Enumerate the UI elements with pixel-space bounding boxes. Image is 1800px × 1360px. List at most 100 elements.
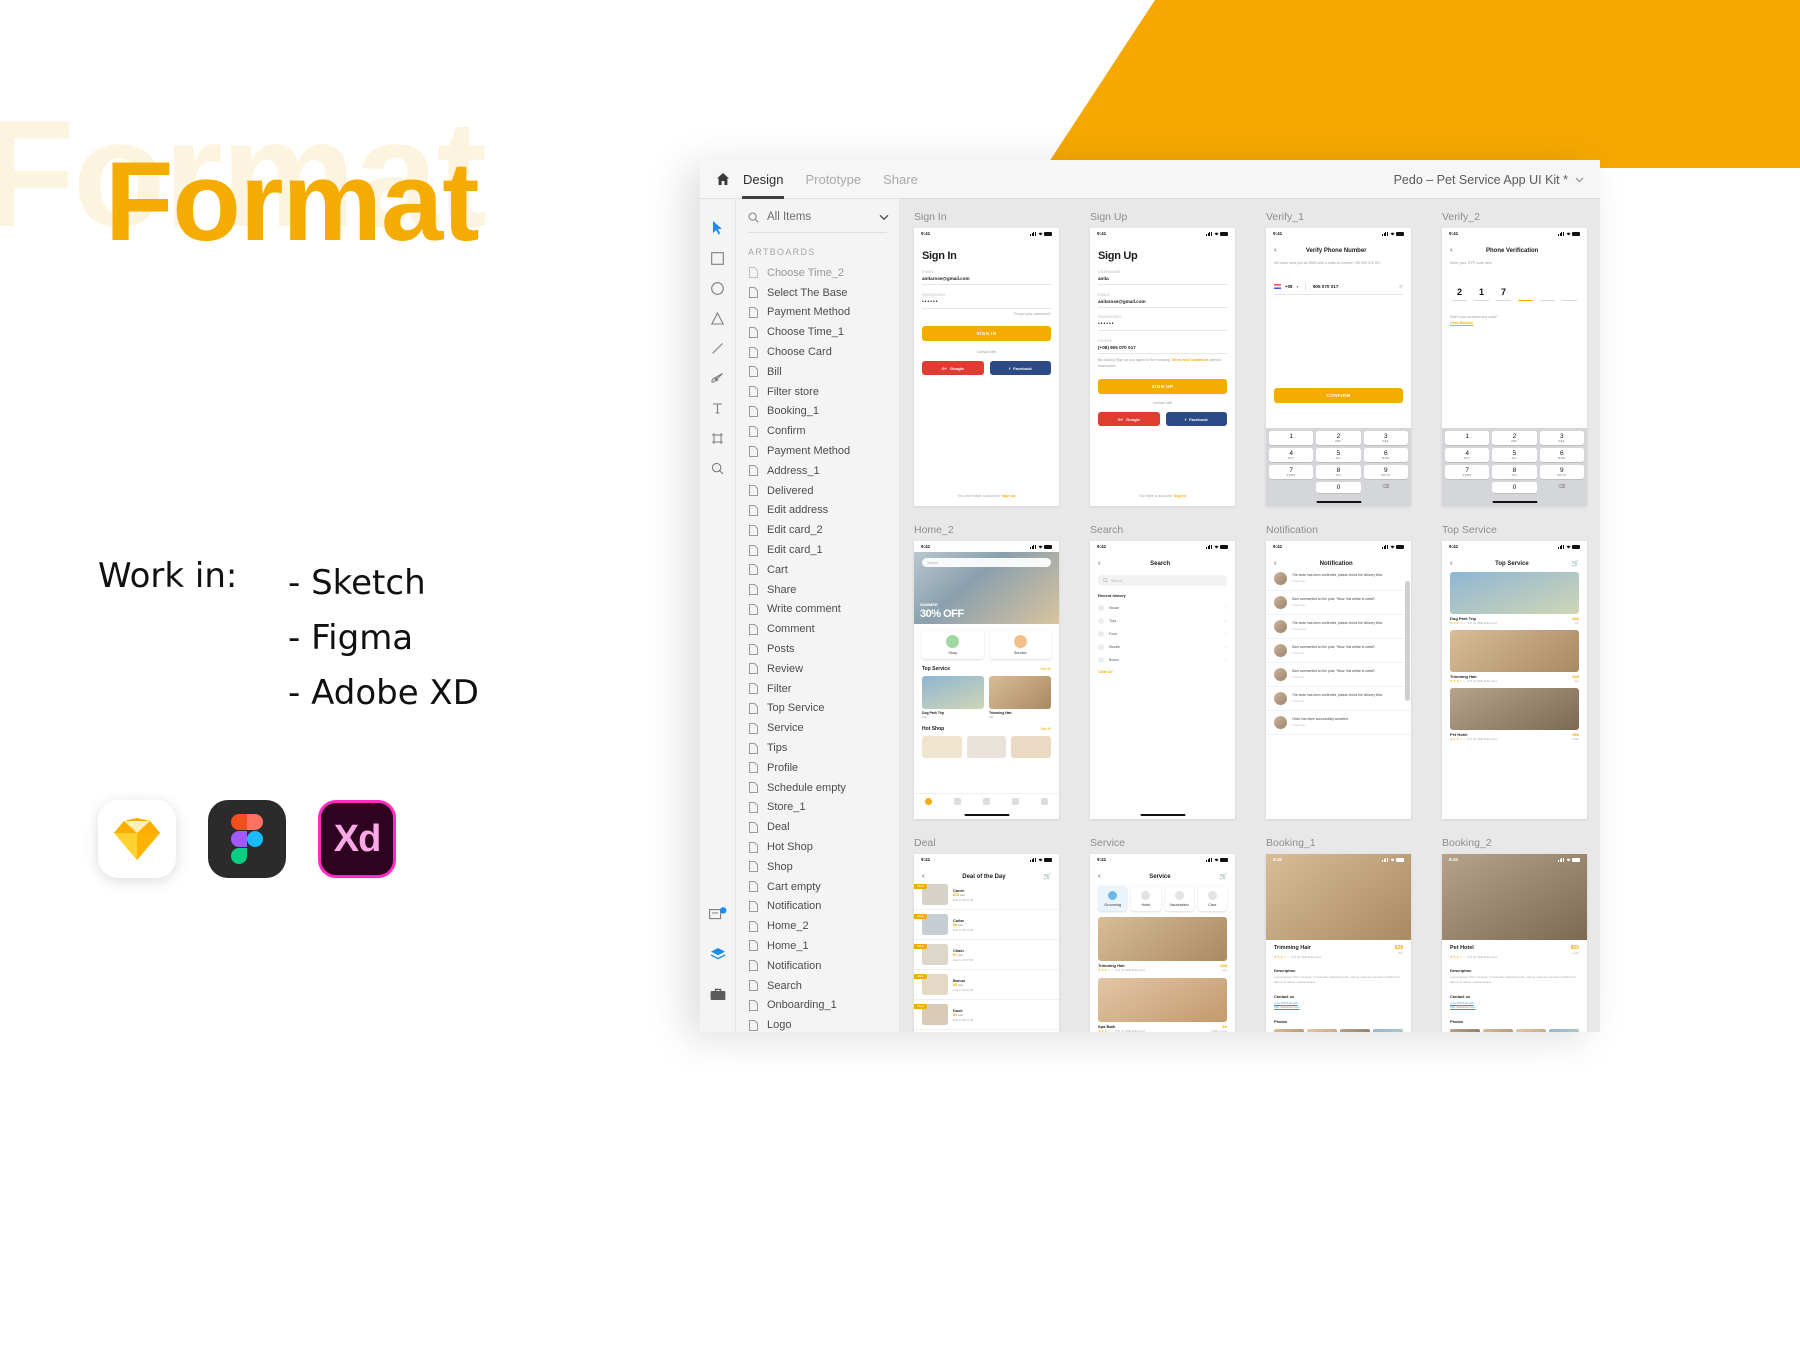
layer-search-input[interactable]: All Items <box>767 211 871 223</box>
tab-home-icon[interactable] <box>925 798 932 805</box>
tab-share[interactable]: Share <box>882 160 919 199</box>
google-button[interactable]: G+ Google <box>1098 412 1160 427</box>
key-0[interactable]: 0 <box>1492 482 1537 493</box>
ellipse-icon[interactable] <box>700 273 735 303</box>
remove-icon[interactable]: × <box>1225 618 1227 623</box>
artboard-layer-list[interactable]: Choose Time_2 Select The Base Payment Meth… <box>736 263 899 1032</box>
artboard-search[interactable]: Search 9:41 ‹ Search Search Recent histo… <box>1090 524 1235 819</box>
key-7[interactable]: 7 PQRS <box>1269 465 1314 479</box>
layer-item[interactable]: Logo <box>736 1015 899 1032</box>
home-icon[interactable] <box>716 172 730 186</box>
notification-row[interactable]: Sam commented on the post: "Wow, this ar… <box>1266 591 1411 615</box>
key-8[interactable]: 8 TUV <box>1492 465 1537 479</box>
artboard-booking-1[interactable]: Booking_1 9:41 Trimming Hair $38 /Pet ★★… <box>1266 837 1411 1032</box>
signin-prompt[interactable]: You have a account? Sign In <box>1090 494 1235 498</box>
artboard-service[interactable]: Service 9:41 ‹ Service 🛒 Grooming Hotel … <box>1090 837 1235 1032</box>
layer-item[interactable]: Tips <box>736 738 899 758</box>
layer-item[interactable]: Cart <box>736 560 899 580</box>
layer-item[interactable]: Edit address <box>736 501 899 521</box>
layer-item[interactable]: Select The Base <box>736 283 899 303</box>
layer-item[interactable]: Delivered <box>736 481 899 501</box>
artboard-booking-2[interactable]: Booking_2 9:41 Pet Hotel $55 /night ★★★☆… <box>1442 837 1587 1032</box>
photo-thumb[interactable] <box>1274 1029 1304 1032</box>
text-icon[interactable] <box>700 393 735 423</box>
layer-item[interactable]: Schedule empty <box>736 778 899 798</box>
layer-item[interactable]: Search <box>736 976 899 996</box>
layer-item[interactable]: Payment Method <box>736 303 899 323</box>
triangle-icon[interactable] <box>700 303 735 333</box>
otp-digit-4[interactable] <box>1518 287 1533 302</box>
otp-digit-2[interactable]: 1 <box>1474 287 1489 302</box>
key-4[interactable]: 4 GHI <box>1445 448 1490 462</box>
otp-digit-1[interactable]: 2 <box>1452 287 1467 302</box>
photo-thumb[interactable] <box>1450 1029 1480 1032</box>
history-item[interactable]: Bonus × <box>1090 653 1235 666</box>
phone-input-row[interactable]: +08 ▾ 905 070 017 ⊗ <box>1274 282 1403 291</box>
notification-row[interactable]: The order has been confirmed, please che… <box>1266 615 1411 639</box>
bottom-tab-bar[interactable] <box>914 793 1059 809</box>
layer-item[interactable]: Comment <box>736 619 899 639</box>
key-5[interactable]: 5 JKL <box>1492 448 1537 462</box>
key-8[interactable]: 8 TUV <box>1316 465 1361 479</box>
key-backspace[interactable]: ⌫ <box>1364 482 1408 493</box>
figma-app-icon[interactable] <box>208 800 286 878</box>
google-button[interactable]: G+ Google <box>922 361 984 376</box>
scrollbar[interactable] <box>1405 581 1410 701</box>
sign-in-button[interactable]: SIGN IN <box>922 326 1051 342</box>
tab-profile-icon[interactable] <box>1041 798 1048 805</box>
artboard-verify-2[interactable]: Verify_2 9:41 ‹ Phone Verification Enter… <box>1442 211 1587 506</box>
layer-search-row[interactable]: All Items <box>736 199 899 232</box>
layer-item[interactable]: Cart empty <box>736 877 899 897</box>
resend-link[interactable]: Click Resend. <box>1450 321 1579 325</box>
history-item[interactable]: Food × <box>1090 627 1235 640</box>
key-1[interactable]: 1 <box>1269 431 1314 445</box>
numeric-keypad[interactable]: 1 2 ABC 3 DEF 4 GHI 5 JKL 6 MNO 7 PQRS 8… <box>1442 428 1587 506</box>
photo-thumb[interactable] <box>1483 1029 1513 1032</box>
numeric-keypad[interactable]: 1 2 ABC 3 DEF 4 GHI 5 JKL 6 MNO 7 PQRS 8… <box>1266 428 1411 506</box>
chevron-down-icon[interactable]: ▾ <box>1296 285 1298 289</box>
terms-link[interactable]: Terms and Conditions <box>1171 358 1209 362</box>
forgot-password-link[interactable]: Forgot your password? <box>922 312 1051 316</box>
history-item[interactable]: Toys × <box>1090 614 1235 627</box>
document-title-menu[interactable]: Pedo – Pet Service App UI Kit * <box>1394 160 1584 199</box>
tab-shop-icon[interactable] <box>954 798 961 805</box>
otp-digit-3[interactable]: 7 <box>1496 287 1511 302</box>
service-tabs[interactable]: Grooming Hotel Vaccination Care <box>1090 880 1235 911</box>
layer-item[interactable]: Address_1 <box>736 461 899 481</box>
layer-item[interactable]: Review <box>736 659 899 679</box>
deal-row[interactable]: SALE Bonus $9 $18 End in 04:37:56 <box>914 970 1059 1000</box>
notification-row[interactable]: Sam commented on the post: "Wow, this ar… <box>1266 639 1411 663</box>
photo-thumb[interactable] <box>1340 1029 1370 1032</box>
layer-item[interactable]: Hot Shop <box>736 837 899 857</box>
shop-card[interactable] <box>966 735 1007 758</box>
layer-item[interactable]: Booking_1 <box>736 402 899 422</box>
key-2[interactable]: 2 ABC <box>1316 431 1361 445</box>
layer-item[interactable]: Profile <box>736 758 899 778</box>
artboard-icon[interactable] <box>700 423 735 453</box>
tab-chat-icon[interactable] <box>1012 798 1019 805</box>
layers-icon[interactable] <box>700 934 735 974</box>
layer-item[interactable]: Store_1 <box>736 798 899 818</box>
photo-thumbnails[interactable] <box>1442 1026 1587 1032</box>
layer-item[interactable]: Choose Time_2 <box>736 263 899 283</box>
artboard-sign-in[interactable]: Sign In 9:41 Sign In EMAIL anitarose@gma… <box>914 211 1059 506</box>
service-card[interactable]: Spa Bath ★★★☆☆ 4.8 (2,368 Ratings) $9/Wa… <box>1098 977 1227 1032</box>
phone-field[interactable]: PHONE (+08) 905 070 017 <box>1098 339 1227 354</box>
search-input[interactable]: Search <box>1098 575 1227 586</box>
photo-thumbnails[interactable] <box>1266 1026 1411 1032</box>
service-card[interactable]: Trimming Hair ★★★☆☆ 4.8 (2,368 Ratings) … <box>1098 916 1227 972</box>
category-shop[interactable]: Shop <box>922 630 984 659</box>
clear-all-link[interactable]: Clear All <box>1090 666 1235 678</box>
adobe-xd-app-icon[interactable]: Xd <box>318 800 396 878</box>
service-card[interactable]: Dog Park Trip ★★★☆☆ 4.8 (2,368 Ratings) … <box>1450 572 1579 625</box>
deal-row[interactable]: SALE Duck $9 $14 End in 04:37:56 <box>914 1000 1059 1030</box>
service-card[interactable]: Trimming Hair Pet <box>989 675 1051 719</box>
cart-icon[interactable]: 🛒 <box>1220 873 1227 880</box>
components-icon[interactable] <box>700 894 735 934</box>
tab-grooming[interactable]: Grooming <box>1098 886 1128 911</box>
sketch-app-icon[interactable] <box>98 800 176 878</box>
key-7[interactable]: 7 PQRS <box>1445 465 1490 479</box>
deal-row[interactable]: SALE Chain $7 $20 End in 04:37:56 <box>914 940 1059 970</box>
contact-website[interactable]: http://petshop.com <box>1274 1005 1403 1009</box>
promo-banner[interactable]: Search SUMMER 30% OFF <box>914 552 1059 624</box>
